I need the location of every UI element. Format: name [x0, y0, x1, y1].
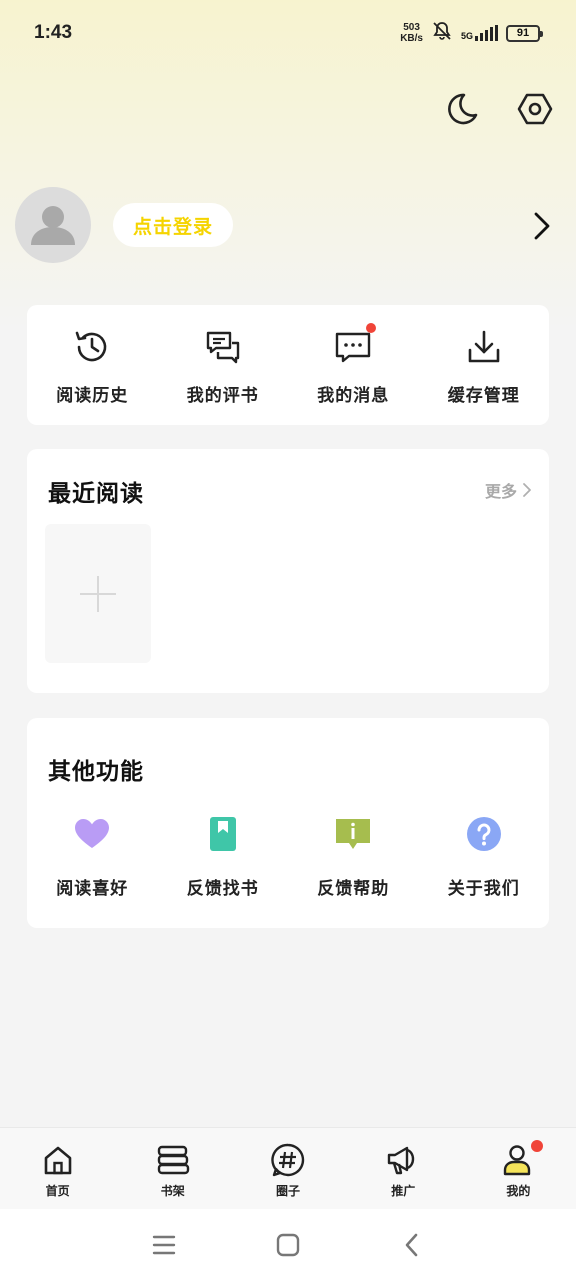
tab-mine[interactable]: 我的 [461, 1128, 576, 1209]
square-icon [276, 1233, 300, 1256]
function-feedback-find-book[interactable]: 反馈找书 [158, 814, 289, 899]
tab-label: 推广 [391, 1184, 416, 1198]
comments-icon [203, 327, 243, 367]
battery-level: 91 [516, 26, 530, 39]
home-icon [40, 1142, 76, 1178]
settings-button[interactable] [515, 89, 555, 129]
login-label: 点击登录 [132, 215, 213, 238]
quick-action-label: 阅读历史 [56, 386, 129, 406]
bookshelf-icon [155, 1142, 191, 1178]
quick-action-cache-management[interactable]: 缓存管理 [419, 305, 550, 425]
network-type: 5G [460, 31, 473, 41]
quick-action-label: 缓存管理 [447, 386, 520, 406]
recent-reading-card: 最近阅读 更多 [27, 449, 549, 693]
network-speed-unit: KB/s [400, 33, 423, 44]
quick-action-label: 我的评书 [186, 386, 259, 406]
quick-action-reading-history[interactable]: 阅读历史 [27, 305, 158, 425]
quick-action-label: 我的消息 [317, 386, 390, 406]
chevron-right-icon [523, 483, 531, 497]
signal-icon [475, 25, 498, 41]
tab-label: 首页 [45, 1184, 70, 1198]
default-avatar-icon [31, 206, 75, 245]
tab-label: 我的 [506, 1184, 531, 1198]
mute-bell-icon [431, 20, 453, 46]
recent-reading-more-link[interactable]: 更多 [485, 478, 533, 502]
avatar[interactable] [15, 187, 91, 263]
function-about-us[interactable]: 关于我们 [419, 814, 550, 899]
bookmark-icon [203, 814, 243, 854]
tab-bookshelf[interactable]: 书架 [115, 1128, 230, 1209]
message-badge [366, 323, 376, 333]
quick-actions-card: 阅读历史 我的评书 我的消息 缓存管理 [27, 305, 549, 425]
recent-reading-title: 最近阅读 [48, 480, 144, 507]
more-label: 更多 [484, 482, 517, 501]
heart-icon [72, 814, 112, 854]
status-bar: 1:43 503 KB/s 5G 91 [0, 0, 576, 66]
function-feedback-help[interactable]: 反馈帮助 [288, 814, 419, 899]
download-icon [464, 327, 504, 367]
other-functions-title: 其他功能 [48, 758, 144, 785]
mine-badge [530, 1140, 543, 1152]
info-board-icon [333, 814, 373, 854]
function-label: 阅读喜好 [56, 879, 129, 899]
chevron-right-icon [534, 212, 550, 240]
profile-arrow-button[interactable] [528, 208, 556, 244]
menu-icon [152, 1235, 176, 1254]
network-speed-value: 503 [403, 22, 420, 33]
function-label: 关于我们 [447, 879, 520, 899]
night-mode-button[interactable] [442, 89, 482, 129]
status-time: 1:43 [34, 22, 73, 43]
quick-action-my-messages[interactable]: 我的消息 [288, 305, 419, 425]
history-icon [72, 327, 112, 367]
back-nav-button[interactable] [350, 1209, 474, 1280]
other-functions-row: 阅读喜好 反馈找书 反馈帮助 关于我们 [27, 814, 549, 899]
add-book-button[interactable] [45, 524, 151, 663]
tab-home[interactable]: 首页 [0, 1128, 115, 1209]
bottom-tab-bar: 首页 书架 圈子 推广 我的 [0, 1127, 576, 1209]
quick-action-my-comments[interactable]: 我的评书 [158, 305, 289, 425]
message-icon [333, 327, 373, 367]
tab-promotion[interactable]: 推广 [346, 1128, 461, 1209]
function-label: 反馈帮助 [317, 879, 390, 899]
other-functions-card: 其他功能 阅读喜好 反馈找书 反馈帮助 关于我们 [27, 718, 549, 928]
tab-label: 书架 [160, 1184, 185, 1198]
network-speed: 503 KB/s [400, 22, 423, 44]
login-button[interactable]: 点击登录 [113, 203, 233, 247]
battery-icon: 91 [506, 24, 543, 42]
moon-icon [448, 93, 478, 125]
home-nav-button[interactable] [226, 1209, 350, 1280]
tab-circle[interactable]: 圈子 [230, 1128, 345, 1209]
recent-apps-button[interactable] [102, 1209, 226, 1280]
system-navigation-bar [0, 1209, 576, 1280]
gear-icon [517, 93, 553, 125]
function-reading-preference[interactable]: 阅读喜好 [27, 814, 158, 899]
question-icon [464, 814, 504, 854]
plus-icon [80, 575, 116, 612]
status-indicators: 503 KB/s 5G 91 [400, 20, 543, 46]
tab-label: 圈子 [276, 1184, 301, 1198]
megaphone-icon [385, 1142, 421, 1178]
hashtag-icon [270, 1142, 306, 1178]
chevron-left-icon [405, 1233, 418, 1256]
function-label: 反馈找书 [186, 879, 259, 899]
